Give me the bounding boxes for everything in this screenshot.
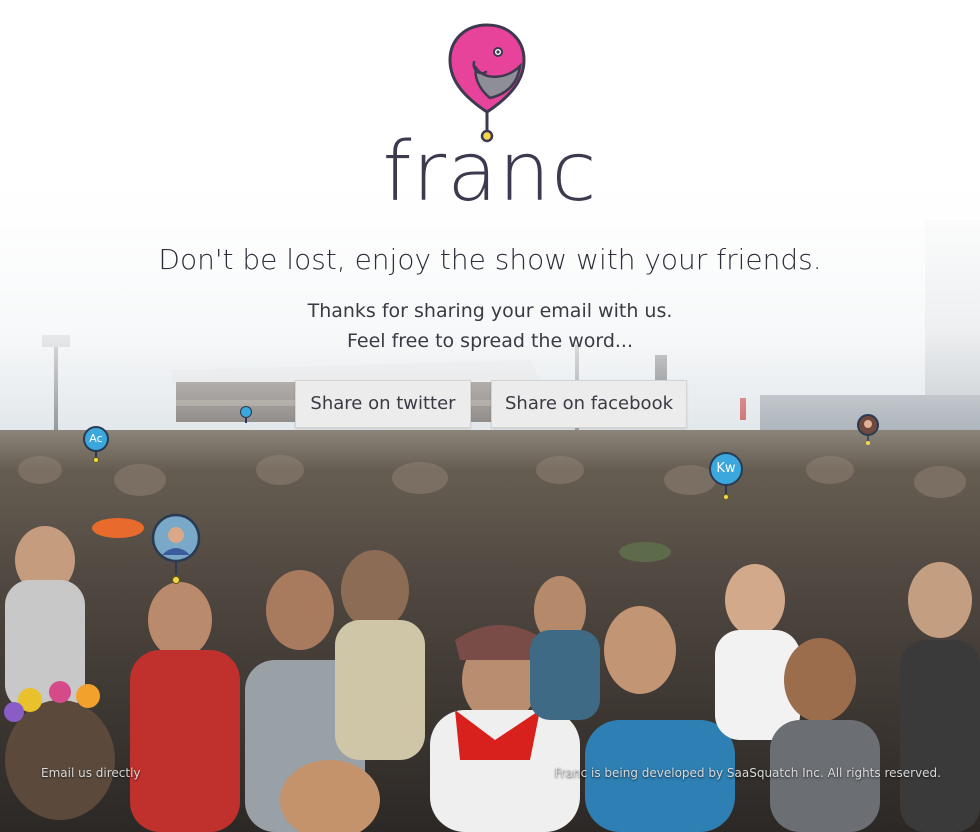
friend-avatar-icon	[151, 513, 201, 584]
friend-pin-small[interactable]	[240, 406, 254, 423]
pin-dot	[723, 494, 729, 500]
friend-pin-photo[interactable]	[150, 513, 202, 589]
email-us-link[interactable]: Email us directly	[41, 766, 141, 780]
friend-pin-photo-2[interactable]	[856, 414, 880, 450]
footer-email-link[interactable]: Email us directly	[41, 766, 141, 780]
share-facebook-button[interactable]: Share on facebook	[491, 380, 687, 428]
friend-pin-ac[interactable]: Ac	[83, 426, 109, 463]
landing-page: franc Don't be lost, enjoy the show with…	[0, 0, 980, 832]
friend-avatar-icon	[857, 414, 879, 445]
footer-copyright: Franc is being developed by SaaSquatch I…	[554, 766, 941, 780]
franc-wordmark: franc	[382, 125, 598, 220]
friend-pin-small-head	[240, 406, 252, 418]
friend-pin-ac-initials: Ac	[83, 426, 109, 452]
pin-stem	[245, 418, 247, 423]
friend-pin-kw[interactable]: Kw	[709, 452, 745, 500]
thanks-message: Thanks for sharing your email with us.	[307, 300, 673, 322]
spread-word-message: Feel free to spread the word...	[346, 330, 634, 352]
friend-pin-kw-initials: Kw	[709, 452, 743, 486]
tagline: Don't be lost, enjoy the show with your …	[158, 243, 822, 276]
share-twitter-button[interactable]: Share on twitter	[295, 380, 471, 428]
pin-dot	[93, 457, 99, 463]
